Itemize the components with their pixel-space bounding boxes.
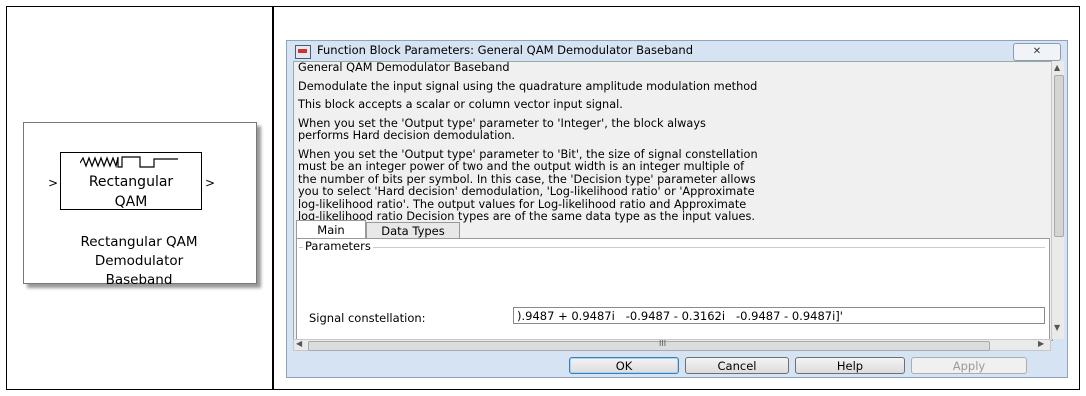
- close-button[interactable]: ✕: [1013, 43, 1061, 61]
- description-para3-line1: When you set the 'Output type' parameter…: [298, 116, 706, 130]
- tab-main[interactable]: Main: [296, 220, 366, 239]
- block-title: Rectangular QAM: [60, 172, 202, 212]
- description-para3: When you set the 'Output type' parameter…: [298, 116, 1048, 143]
- description-para3-line2: performs Hard decision demodulation.: [298, 129, 516, 142]
- horizontal-scroll-thumb[interactable]: III: [308, 339, 990, 351]
- block-caption-line3: Baseband: [105, 272, 173, 288]
- dialog-titlebar[interactable]: Function Block Parameters: General QAM D…: [287, 41, 1067, 63]
- parameters-label: Parameters: [303, 239, 373, 253]
- vertical-scrollbar[interactable]: ▲ ▼: [1051, 61, 1064, 339]
- block-title-line2: QAM: [114, 194, 148, 210]
- description-para4: When you set the 'Output type' parameter…: [298, 147, 1048, 224]
- input-port: >: [48, 176, 59, 190]
- block-caption-line1: Rectangular QAM: [80, 234, 198, 250]
- simulink-window-icon: [295, 45, 311, 59]
- block-caption-line2: Demodulator: [94, 253, 184, 269]
- signal-constellation-label: Signal constellation:: [309, 311, 426, 325]
- description-para4-line5: log-likelihood ratio'. The output values…: [298, 197, 747, 211]
- scroll-grip: III: [659, 339, 667, 348]
- apply-button[interactable]: Apply: [911, 357, 1027, 374]
- help-button[interactable]: Help: [795, 357, 905, 374]
- description-heading: General QAM Demodulator Baseband: [298, 61, 510, 74]
- description-para4-line2: must be an integer power of two and the …: [298, 160, 745, 173]
- dialog-title: Function Block Parameters: General QAM D…: [317, 43, 694, 57]
- table-divider: [272, 6, 274, 390]
- ok-button[interactable]: OK: [569, 357, 679, 374]
- scroll-left-arrow-icon[interactable]: ◀: [296, 339, 302, 348]
- description-para4-line3: the number of bits per symbol. In this c…: [298, 172, 756, 186]
- block-description: General QAM Demodulator Baseband Demodul…: [298, 62, 1048, 230]
- vertical-scroll-thumb[interactable]: [1054, 75, 1064, 237]
- description-para4-line1: When you set the 'Output type' parameter…: [298, 147, 758, 161]
- waveform-icon: [80, 156, 178, 169]
- scroll-right-arrow-icon[interactable]: ▶: [1038, 339, 1044, 348]
- horizontal-scrollbar[interactable]: ◀ III ▶: [293, 339, 1051, 351]
- scroll-down-arrow-icon[interactable]: ▼: [1054, 323, 1060, 332]
- block-caption: Rectangular QAM Demodulator Baseband: [26, 233, 252, 290]
- function-block-parameters-dialog: Function Block Parameters: General QAM D…: [286, 40, 1068, 378]
- description-para4-line4: you to select 'Hard decision' demodulati…: [298, 185, 755, 198]
- cancel-button[interactable]: Cancel: [685, 357, 789, 374]
- scroll-up-arrow-icon[interactable]: ▲: [1054, 63, 1060, 72]
- main-tab-panel: Parameters Signal constellation: ).9487 …: [296, 238, 1050, 340]
- description-para1: Demodulate the input signal using the qu…: [298, 79, 758, 93]
- tab-data-types[interactable]: Data Types: [366, 222, 460, 239]
- block-title-line1: Rectangular: [88, 174, 174, 190]
- description-para2: This block accepts a scalar or column ve…: [298, 98, 623, 111]
- dialog-content: General QAM Demodulator Baseband Demodul…: [293, 61, 1053, 341]
- output-port: >: [205, 176, 216, 190]
- signal-constellation-input[interactable]: ).9487 + 0.9487i -0.9487 - 0.3162i -0.94…: [513, 307, 1045, 324]
